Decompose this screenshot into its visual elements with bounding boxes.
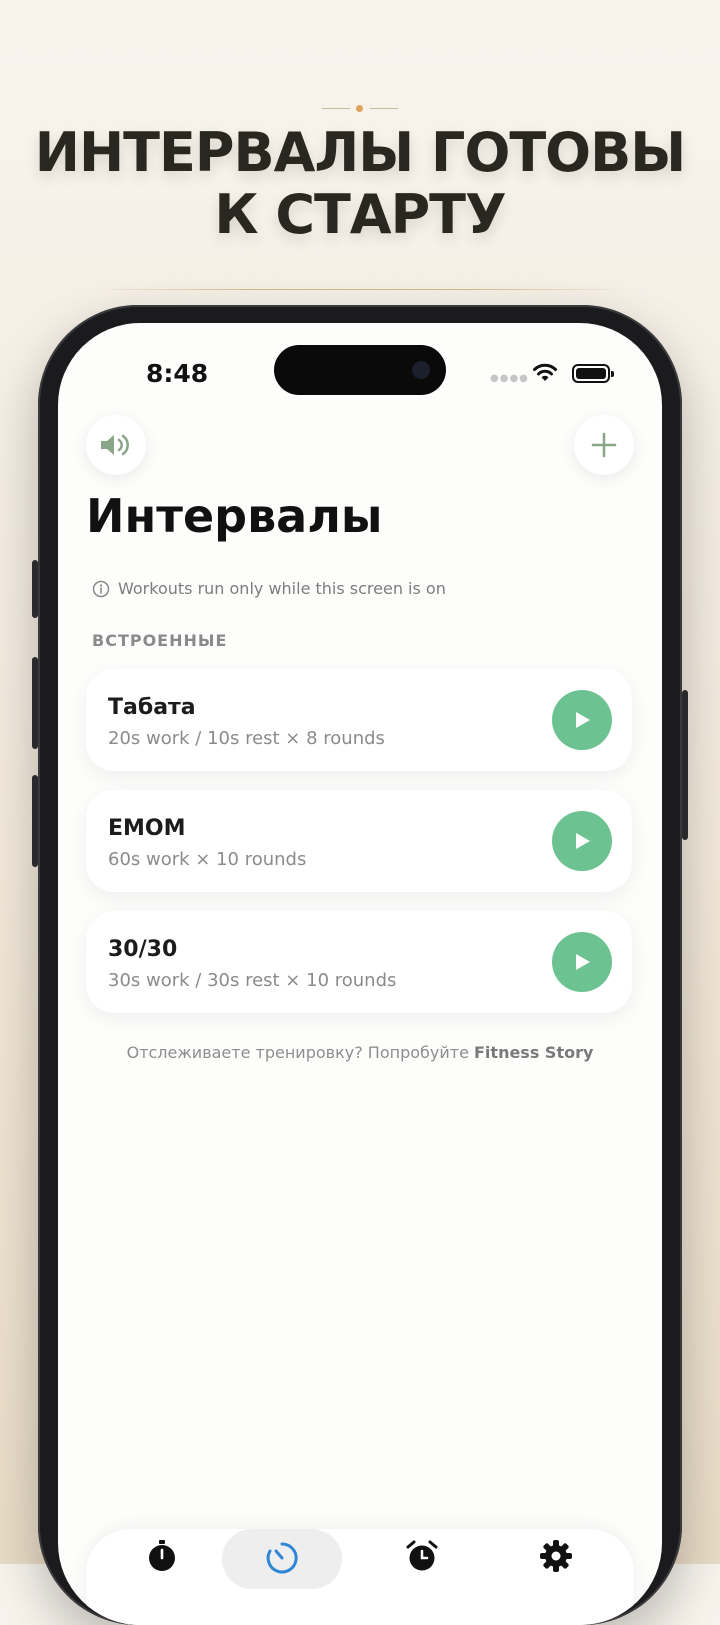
workout-name: 30/30 <box>108 937 178 962</box>
workout-details: 60s work × 10 rounds <box>108 849 307 870</box>
workout-name: Табата <box>108 695 196 720</box>
play-icon <box>576 712 590 728</box>
tab-bar <box>86 1529 634 1625</box>
promo-brand-link[interactable]: Fitness Story <box>474 1043 593 1062</box>
tab-stopwatch[interactable] <box>102 1529 222 1589</box>
dynamic-island <box>274 345 446 395</box>
phone-volume-up <box>32 657 38 749</box>
workout-card-tabata[interactable]: Табата 20s work / 10s rest × 8 rounds <box>86 669 632 771</box>
headline-line-2: К СТАРТУ <box>214 183 506 246</box>
headline-divider <box>90 289 630 290</box>
phone-power-button <box>682 690 688 840</box>
wifi-icon <box>533 363 557 381</box>
tab-intervals[interactable] <box>222 1529 342 1589</box>
screen-on-notice: Workouts run only while this screen is o… <box>92 579 446 598</box>
speaker-icon <box>101 434 129 456</box>
workout-details: 30s work / 30s rest × 10 rounds <box>108 970 397 991</box>
phone-action-button <box>32 560 38 618</box>
phone-frame: 8:48 ●●●● Интервалы Workouts run only wh… <box>32 305 688 1625</box>
tab-settings[interactable] <box>496 1529 616 1589</box>
interval-timer-icon <box>266 1542 298 1574</box>
phone-volume-down <box>32 775 38 867</box>
headline-ornament <box>322 104 398 114</box>
status-time: 8:48 <box>146 359 209 388</box>
section-label-builtin: ВСТРОЕННЫЕ <box>92 631 228 650</box>
alarm-clock-icon <box>406 1540 438 1571</box>
sound-toggle-button[interactable] <box>86 415 146 475</box>
app-screen: 8:48 ●●●● Интервалы Workouts run only wh… <box>58 323 662 1625</box>
workout-name: EMOM <box>108 816 186 841</box>
workout-card-emom[interactable]: EMOM 60s work × 10 rounds <box>86 790 632 892</box>
info-icon <box>92 580 110 597</box>
stopwatch-icon <box>149 1540 175 1571</box>
play-icon <box>576 954 590 970</box>
add-interval-button[interactable] <box>574 415 634 475</box>
cellular-signal-icon: ●●●● <box>490 373 529 384</box>
play-icon <box>576 833 590 849</box>
play-button-emom[interactable] <box>552 811 612 871</box>
play-button-tabata[interactable] <box>552 690 612 750</box>
page-title: Интервалы <box>86 489 383 543</box>
workout-details: 20s work / 10s rest × 8 rounds <box>108 728 385 749</box>
headline-line-1: ИНТЕРВАЛЫ ГОТОВЫ <box>34 121 686 184</box>
notice-text: Workouts run only while this screen is o… <box>118 579 446 598</box>
fitness-story-promo[interactable]: Отслеживаете тренировку? Попробуйте Fitn… <box>58 1043 662 1062</box>
plus-icon <box>591 432 617 458</box>
marketing-headline: ИНТЕРВАЛЫ ГОТОВЫ К СТАРТУ <box>0 122 720 246</box>
play-button-30-30[interactable] <box>552 932 612 992</box>
battery-icon <box>572 364 614 383</box>
workout-card-30-30[interactable]: 30/30 30s work / 30s rest × 10 rounds <box>86 911 632 1013</box>
gear-icon <box>540 1540 572 1572</box>
promo-text: Отслеживаете тренировку? Попробуйте <box>126 1043 474 1062</box>
status-icons: ●●●● <box>490 361 614 385</box>
tab-alarm[interactable] <box>362 1529 482 1589</box>
